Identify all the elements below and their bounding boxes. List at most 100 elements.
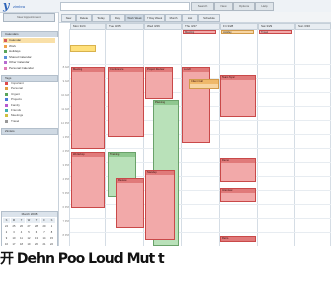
mini-calendar-day[interactable]: 10 bbox=[11, 236, 18, 241]
mini-calendar-day[interactable]: 13 bbox=[33, 236, 40, 241]
appointment-header: Interview bbox=[221, 189, 255, 193]
mini-calendar-day[interactable]: 7 bbox=[41, 230, 48, 235]
mini-calendar-day[interactable]: 5 bbox=[26, 230, 33, 235]
appointment[interactable]: Team Sync bbox=[220, 75, 256, 117]
all-day-event-title: Travel bbox=[261, 31, 269, 34]
new-appointment-label: New Appointment bbox=[17, 15, 41, 19]
tag-list-item[interactable]: Personal bbox=[5, 86, 55, 91]
search-input[interactable] bbox=[60, 2, 190, 11]
all-day-event[interactable]: Meeting bbox=[183, 30, 216, 34]
appointment-header: Project Review bbox=[146, 68, 172, 72]
mini-calendar-weekday: W bbox=[25, 218, 33, 223]
mini-calendar-day[interactable]: 14 bbox=[41, 236, 48, 241]
mini-calendar-day[interactable]: 28 bbox=[33, 224, 40, 229]
new-appointment-button[interactable]: New Appointment bbox=[3, 13, 55, 22]
mini-calendar-day[interactable]: 1 bbox=[48, 224, 55, 229]
mini-calendar-day[interactable]: 24 bbox=[3, 224, 10, 229]
appointment-title: Meeting bbox=[73, 68, 83, 71]
appointment[interactable]: Review bbox=[116, 178, 144, 228]
calendar-list-item[interactable]: Work bbox=[3, 44, 55, 49]
mini-calendar-weekday: S bbox=[48, 218, 55, 223]
tag-list-label: Personal bbox=[11, 86, 23, 91]
hour-gridline bbox=[70, 148, 331, 149]
day-column-header[interactable]: Tue 3/25 bbox=[106, 23, 144, 30]
day-column-header[interactable]: Sun 3/30 bbox=[295, 23, 331, 30]
calendar-list-label: Calendar bbox=[9, 38, 22, 42]
zimlets-header-label: Zimlets bbox=[5, 129, 15, 133]
tag-list-item[interactable]: Meetings bbox=[5, 113, 55, 118]
toolbar-button[interactable]: Schedule bbox=[198, 14, 220, 22]
day-column-header[interactable]: Fri 3/28 bbox=[220, 23, 258, 30]
mini-calendar-day[interactable]: 9 bbox=[3, 236, 10, 241]
calendar-list-item[interactable]: Personal Calendar bbox=[3, 66, 55, 71]
user-link[interactable] bbox=[285, 2, 329, 9]
appointment[interactable]: Project Review bbox=[145, 67, 173, 99]
mini-calendar-day[interactable]: 29 bbox=[41, 224, 48, 229]
calendar-list-item[interactable]: Other Calendar bbox=[3, 60, 55, 65]
appointment-title: Workshop bbox=[73, 153, 85, 156]
calendar-list-item[interactable]: Calendar bbox=[3, 38, 55, 43]
mini-calendar-day[interactable]: 25 bbox=[11, 224, 18, 229]
tag-list-item[interactable]: Friends bbox=[5, 108, 55, 113]
appointment[interactable]: Meeting bbox=[71, 67, 105, 149]
appointment[interactable]: Retro bbox=[220, 236, 256, 242]
all-day-event[interactable]: Holiday bbox=[221, 30, 254, 34]
day-header-label: Sat 3/29 bbox=[261, 24, 273, 28]
mini-calendar-day[interactable]: 26 bbox=[18, 224, 25, 229]
appointment[interactable]: Standup bbox=[145, 170, 175, 240]
toolbar-button[interactable]: Delete bbox=[76, 14, 92, 22]
mini-calendar-day[interactable]: 2 bbox=[3, 230, 10, 235]
zimlets-panel-header[interactable]: Zimlets bbox=[1, 128, 58, 135]
toolbar-button[interactable]: List bbox=[182, 14, 198, 22]
day-column-header[interactable]: Thu 3/27 bbox=[182, 23, 220, 30]
mini-calendar-day[interactable]: 4 bbox=[18, 230, 25, 235]
day-column-header[interactable]: Sat 3/29 bbox=[258, 23, 295, 30]
toolbar-button[interactable]: New bbox=[61, 14, 76, 22]
mini-calendar-day[interactable]: 3 bbox=[11, 230, 18, 235]
options-button[interactable]: Options bbox=[233, 2, 255, 11]
hour-gridline bbox=[70, 218, 331, 219]
tag-icon bbox=[5, 114, 8, 118]
help-button[interactable]: Help bbox=[255, 2, 274, 11]
tag-list-label: Meetings bbox=[11, 113, 24, 118]
day-header-label: Fri 3/28 bbox=[223, 24, 234, 28]
appointment[interactable]: Demo bbox=[220, 158, 256, 182]
header-new-button[interactable]: New bbox=[214, 2, 233, 11]
mini-calendar-day[interactable]: 27 bbox=[26, 224, 33, 229]
day-column-header[interactable]: Mon 3/24 bbox=[70, 23, 106, 30]
toolbar-button[interactable]: Today bbox=[92, 14, 110, 22]
all-day-event[interactable]: Travel bbox=[259, 30, 292, 34]
mini-calendar-day[interactable]: 12 bbox=[26, 236, 33, 241]
tag-list-item[interactable]: Urgent bbox=[5, 92, 55, 97]
appointment[interactable]: Client Call bbox=[189, 79, 219, 89]
calendar-list-item[interactable]: Shared Calendar bbox=[3, 55, 55, 60]
appointment[interactable]: Workshop bbox=[71, 152, 105, 208]
appointment[interactable]: Conference bbox=[108, 67, 144, 137]
search-button[interactable]: Search bbox=[191, 2, 214, 11]
mini-calendar-day[interactable]: 15 bbox=[48, 236, 55, 241]
tag-list-item[interactable]: Projects bbox=[5, 97, 55, 102]
highlighted-event-chip[interactable] bbox=[70, 45, 96, 52]
toolbar-button[interactable]: Work Week bbox=[125, 14, 144, 22]
appointment-title: Lunch bbox=[184, 68, 192, 71]
mini-calendar-day[interactable]: 11 bbox=[18, 236, 25, 241]
day-header-label: Wed 3/26 bbox=[147, 24, 160, 28]
app-logo[interactable]: y zimbra bbox=[3, 0, 29, 11]
appointment-title: Team Sync bbox=[222, 76, 235, 79]
mini-calendar-day[interactable]: 8 bbox=[48, 230, 55, 235]
appointment[interactable]: Interview bbox=[220, 188, 256, 202]
mini-calendar-header[interactable]: March 2008 bbox=[2, 212, 57, 217]
tag-icon bbox=[5, 98, 8, 102]
toolbar-button[interactable]: Month bbox=[165, 14, 182, 22]
tag-list-item[interactable]: Travel bbox=[5, 119, 55, 124]
tag-icon bbox=[5, 82, 8, 85]
day-column-header[interactable]: Wed 3/26 bbox=[144, 23, 182, 30]
toolbar-button[interactable]: 7 Day Week bbox=[144, 14, 165, 22]
calendar-list-item[interactable]: Holidays bbox=[3, 49, 55, 54]
tag-list-item[interactable]: Important bbox=[5, 81, 55, 86]
mini-calendar-day[interactable]: 6 bbox=[33, 230, 40, 235]
toolbar-button[interactable]: Day bbox=[110, 14, 125, 22]
hour-label: 11 AM bbox=[61, 107, 69, 111]
tag-list-item[interactable]: Family bbox=[5, 103, 55, 108]
hour-label: 2 PM bbox=[62, 149, 69, 153]
